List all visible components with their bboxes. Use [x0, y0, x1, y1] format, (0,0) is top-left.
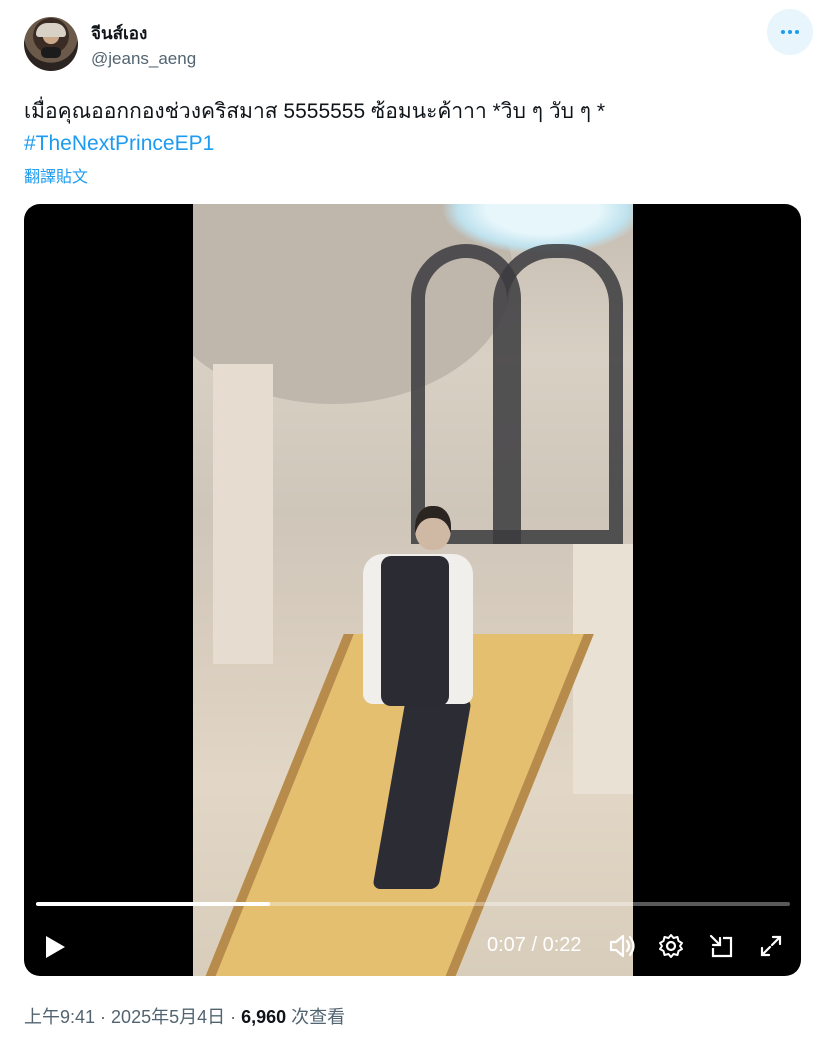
more-icon-dot — [788, 30, 792, 34]
translate-post-link[interactable]: 翻譯貼文 — [24, 163, 88, 187]
post-text: เมื่อคุณออกกองช่วงคริสมาส 5555555 ซ้อมนะ… — [24, 100, 606, 123]
pip-icon — [709, 934, 733, 958]
volume-button[interactable] — [607, 931, 637, 961]
fullscreen-button[interactable] — [756, 931, 786, 961]
author-display-name[interactable]: จีนส์เอง — [91, 20, 147, 47]
scene-door-right — [493, 244, 623, 544]
post-date[interactable]: 2025年5月4日 — [111, 1007, 225, 1027]
current-time: 0:07 — [487, 934, 526, 956]
play-icon — [46, 936, 65, 958]
author-handle[interactable]: @jeans_aeng — [91, 49, 196, 69]
post-time[interactable]: 上午9:41 — [24, 1007, 95, 1027]
video-frame — [193, 204, 633, 976]
avatar-cap — [36, 23, 66, 37]
scene-person-vest — [381, 556, 449, 706]
volume-icon — [609, 934, 635, 958]
video-player[interactable]: 0:07 / 0:22 — [24, 204, 801, 976]
post-meta: 上午9:41 · 2025年5月4日 · 6,960 次查看 — [24, 1003, 345, 1029]
views-label: 次查看 — [286, 1007, 346, 1027]
scene-pillar-right — [573, 544, 633, 794]
video-progress-bar[interactable] — [36, 902, 790, 906]
duration: 0:22 — [542, 934, 582, 956]
meta-separator: · — [95, 1007, 112, 1027]
scene-pillar-left — [213, 364, 273, 664]
play-button[interactable] — [38, 930, 72, 964]
settings-icon — [659, 934, 683, 958]
settings-button[interactable] — [656, 931, 686, 961]
views-count: 6,960 — [241, 1007, 287, 1027]
video-progress-fill — [36, 902, 270, 906]
picture-in-picture-button[interactable] — [706, 931, 736, 961]
author-avatar[interactable] — [24, 17, 78, 71]
more-options-button[interactable] — [767, 9, 813, 55]
scene-person-head — [415, 506, 451, 550]
fullscreen-icon — [760, 935, 782, 957]
time-separator: / — [525, 934, 543, 956]
hashtag-link[interactable]: #TheNextPrinceEP1 — [24, 128, 214, 160]
more-icon — [781, 30, 785, 34]
meta-separator: · — [225, 1007, 242, 1027]
avatar-mask — [41, 47, 61, 58]
more-icon-dot — [795, 30, 799, 34]
video-time: 0:07 / 0:22 — [487, 934, 582, 957]
